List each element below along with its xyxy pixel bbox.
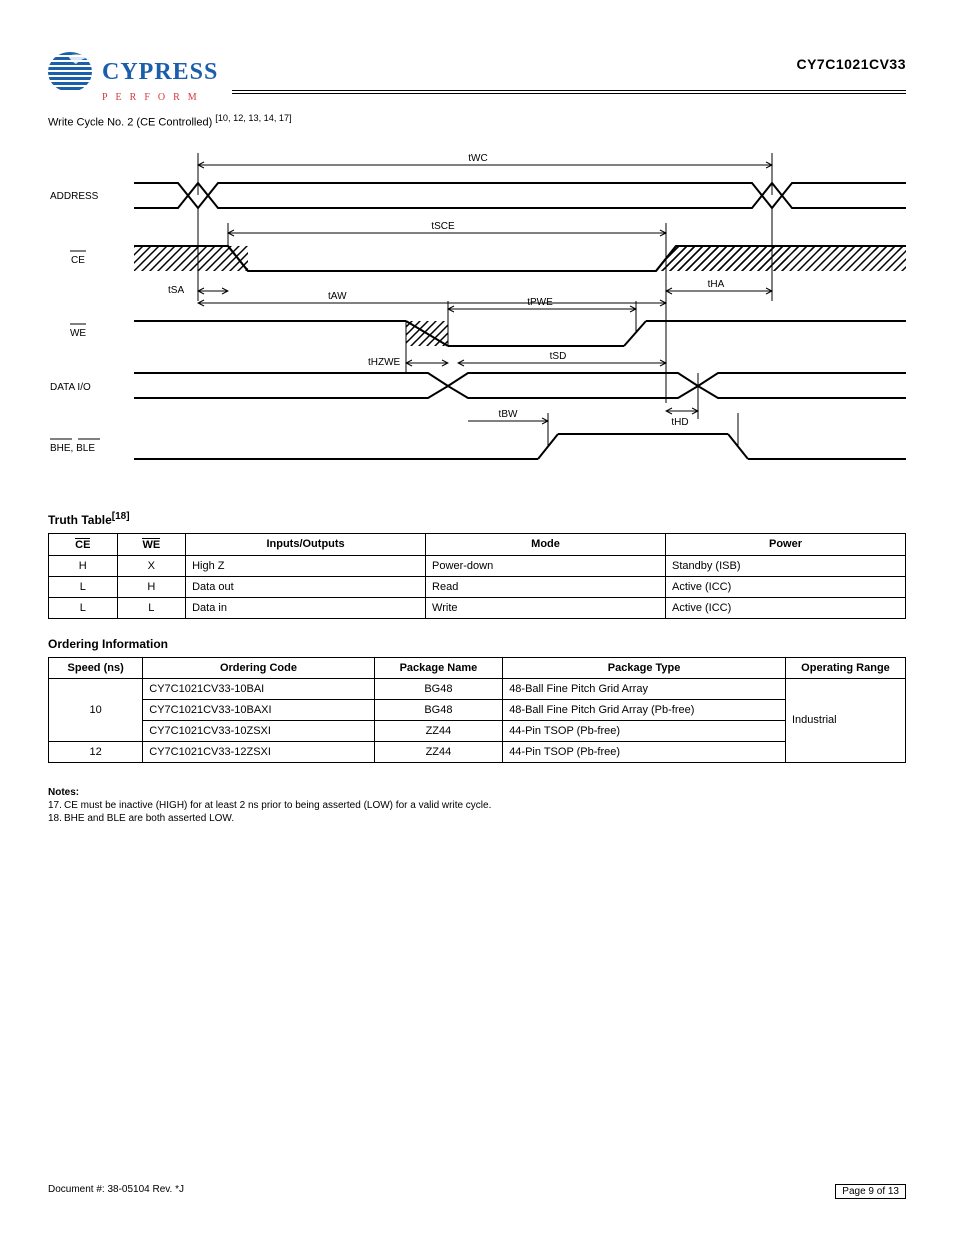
truth-th-ce: CE (49, 533, 118, 555)
table-row: 10 CY7C1021CV33-10BAI BG48 48-Ball Fine … (49, 678, 906, 699)
ordering-table: Speed (ns) Ordering Code Package Name Pa… (48, 657, 906, 763)
ord-th-code: Ordering Code (143, 657, 374, 678)
ord-th-pkgtype: Package Type (503, 657, 786, 678)
tbw-label: tBW (499, 409, 518, 420)
globe-icon (48, 50, 96, 94)
diagram-title-text: Write Cycle No. 2 (CE Controlled) (48, 117, 212, 129)
signal-bhe-ble-label: BHE, BLE (50, 443, 95, 454)
page-footer: Document #: 38-05104 Rev. *J Page 9 of 1… (48, 1184, 906, 1199)
thzwe-label: tHZWE (368, 357, 401, 368)
tsd-label: tSD (550, 351, 567, 362)
logo-text: CYPRESS (102, 59, 218, 86)
ord-th-range: Operating Range (785, 657, 905, 678)
timing-diagram: ADDRESS tWC CE (48, 133, 906, 493)
thd-label: tHD (671, 417, 688, 428)
table-row: H X High Z Power-down Standby (ISB) (49, 555, 906, 576)
tpwe-label: tPWE (527, 297, 553, 308)
tsa-label: tSA (168, 285, 184, 296)
footnote-item: 17.CE must be inactive (HIGH) for at lea… (48, 800, 906, 811)
truth-th-io: Inputs/Outputs (186, 533, 426, 555)
truth-th-mode: Mode (426, 533, 666, 555)
ordering-title: Ordering Information (48, 637, 906, 651)
diagram-title: Write Cycle No. 2 (CE Controlled) [10, 1… (48, 113, 906, 129)
footnote-item: 18.BHE and BLE are both asserted LOW. (48, 813, 906, 824)
ord-th-pkgname: Package Name (374, 657, 503, 678)
table-row: CY7C1021CV33-10BAXI BG48 48-Ball Fine Pi… (49, 699, 906, 720)
ord-th-speed: Speed (ns) (49, 657, 143, 678)
doc-number: Document #: 38-05104 Rev. *J (48, 1184, 184, 1199)
table-row: L H Data out Read Active (ICC) (49, 576, 906, 597)
truth-th-power: Power (666, 533, 906, 555)
signal-address-label: ADDRESS (50, 191, 99, 202)
table-row: 12 CY7C1021CV33-12ZSXI ZZ44 44-Pin TSOP … (49, 741, 906, 762)
page-number: Page 9 of 13 (835, 1184, 906, 1199)
truth-table-title: Truth Table[18] (48, 511, 906, 527)
page-header: CYPRESS PERFORM (48, 50, 906, 103)
logo-tagline: PERFORM (102, 92, 205, 103)
twc-label: tWC (468, 153, 487, 164)
part-number: CY7C1021CV33 (796, 56, 906, 72)
signal-data-label: DATA I/O (50, 382, 91, 393)
signal-ce-label: CE (71, 255, 85, 266)
cypress-logo: CYPRESS PERFORM (48, 50, 218, 103)
taw-label: tAW (328, 291, 347, 302)
diagram-title-refs: [10, 12, 13, 14, 17] (215, 113, 291, 123)
tha-label: tHA (708, 279, 725, 290)
table-row: CY7C1021CV33-10ZSXI ZZ44 44-Pin TSOP (Pb… (49, 720, 906, 741)
table-row: L L Data in Write Active (ICC) (49, 597, 906, 618)
header-divider (232, 90, 906, 94)
truth-th-we: WE (117, 533, 186, 555)
signal-we-label: WE (70, 328, 86, 339)
truth-table: CE WE Inputs/Outputs Mode Power H X High… (48, 533, 906, 619)
footnotes-header: Notes: (48, 787, 906, 798)
tsce-label: tSCE (431, 221, 455, 232)
footnotes: Notes: 17.CE must be inactive (HIGH) for… (48, 787, 906, 824)
